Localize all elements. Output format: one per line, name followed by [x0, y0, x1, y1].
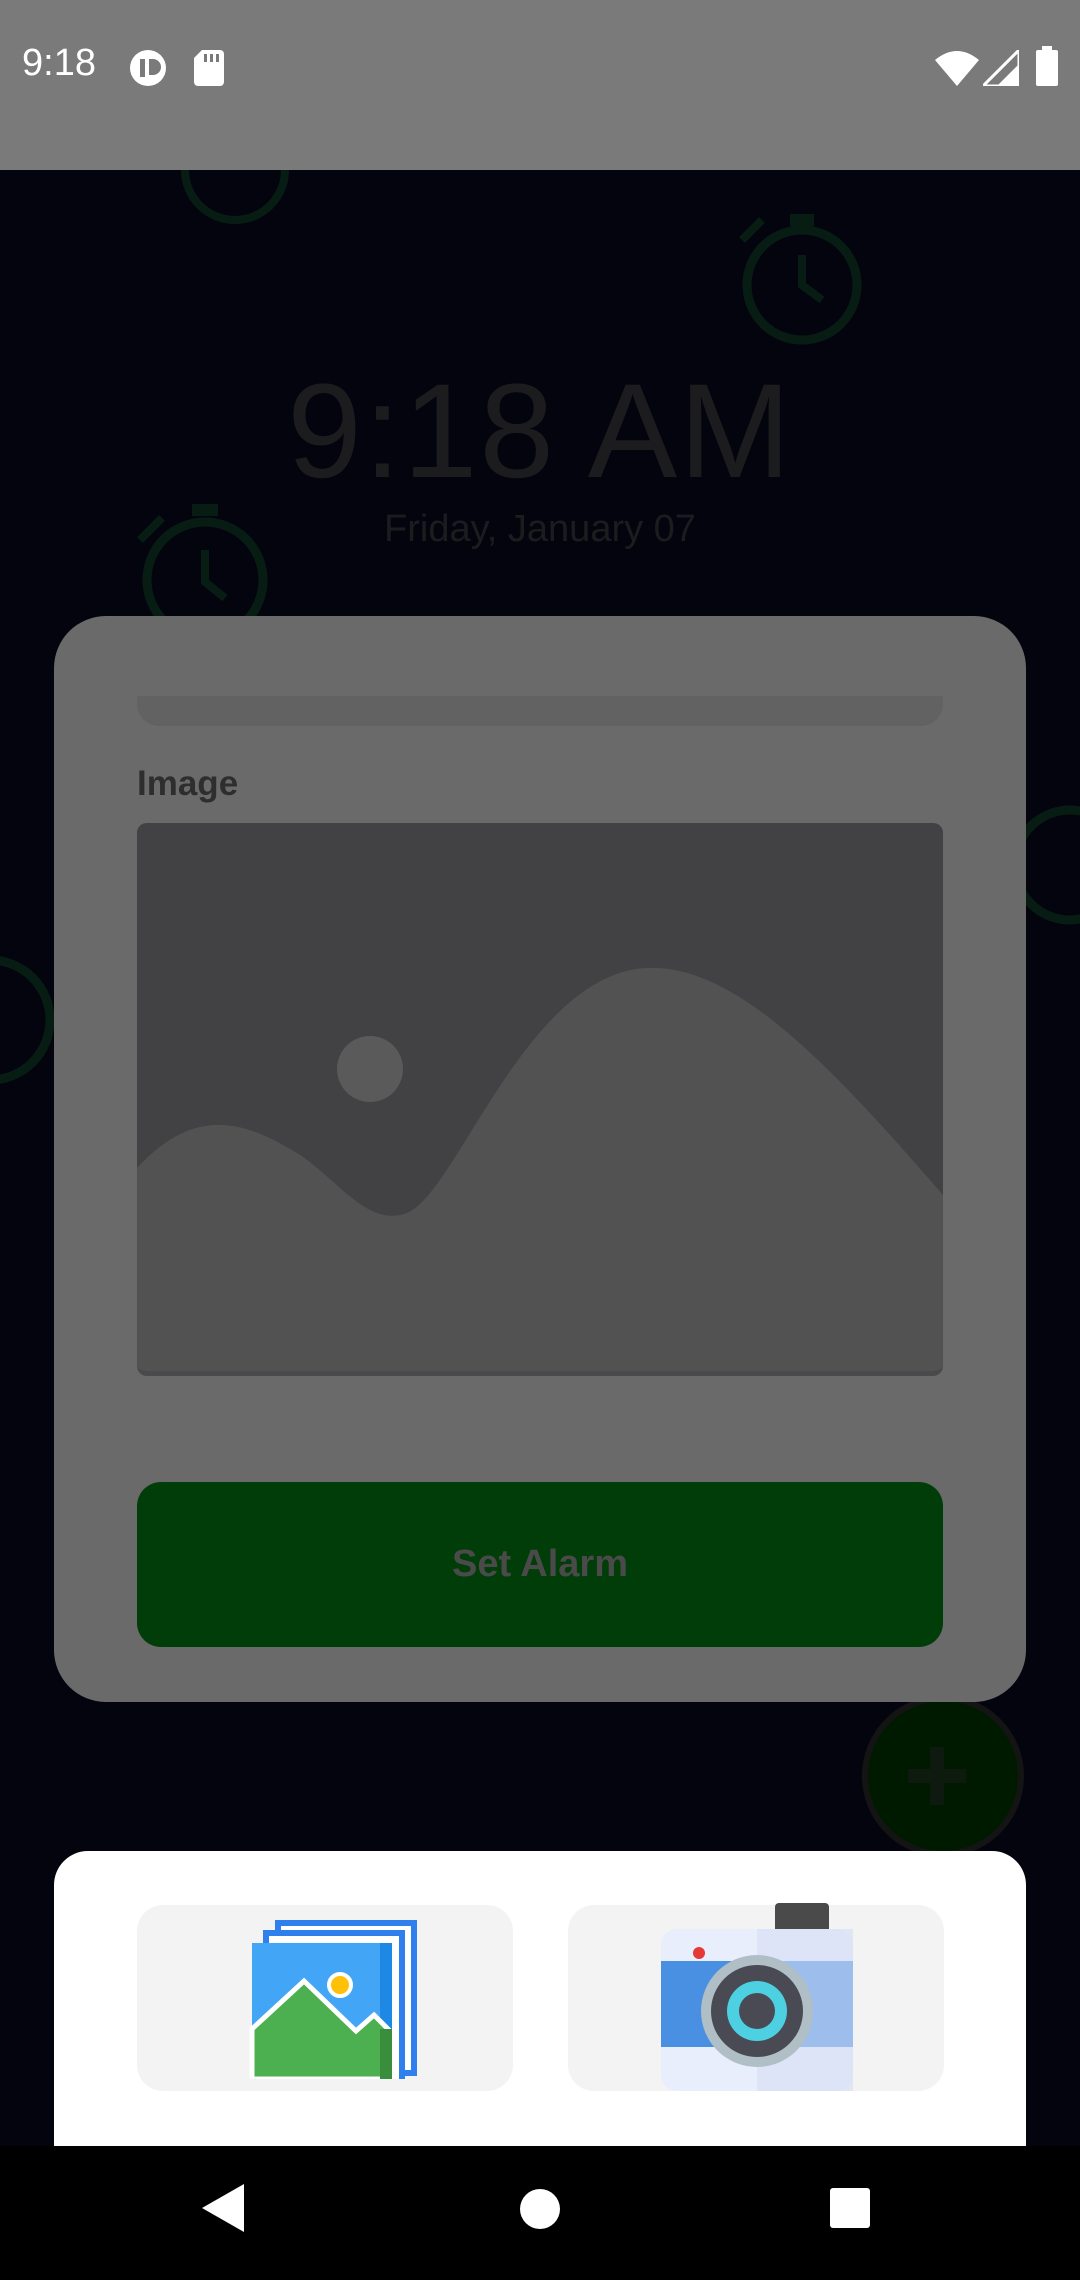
cell-signal-icon [979, 46, 1021, 91]
camera-icon [661, 1903, 853, 2091]
gallery-icon [249, 1920, 417, 2079]
set-alarm-button[interactable]: Set Alarm [137, 1482, 943, 1647]
stopwatch-icon [181, 170, 289, 224]
camera-option-button[interactable] [568, 1903, 944, 2091]
pause-circle-icon [128, 48, 168, 93]
image-source-picker [54, 1851, 1026, 2147]
wifi-icon [935, 50, 979, 91]
recents-icon[interactable] [828, 2186, 872, 2235]
battery-icon [1036, 46, 1058, 91]
navigation-bar [0, 2146, 1080, 2280]
home-icon[interactable] [517, 2186, 563, 2237]
plus-icon [908, 1747, 966, 1805]
alarm-dialog: Image Set Alarm [54, 616, 1026, 1702]
image-placeholder-icon [137, 823, 943, 1371]
sd-card-icon [194, 50, 224, 91]
back-icon[interactable] [198, 2182, 248, 2239]
stopwatch-icon [0, 956, 55, 1084]
gallery-option-button[interactable] [137, 1905, 513, 2091]
add-alarm-button[interactable] [862, 1695, 1024, 1857]
status-bar: 9:18 [0, 0, 1080, 170]
image-preview[interactable] [137, 823, 943, 1376]
current-date: Friday, January 07 [384, 508, 696, 550]
status-time: 9:18 [22, 42, 96, 84]
stopwatch-icon [739, 214, 862, 345]
current-time: 9:18 AM [287, 357, 793, 506]
dialog-input-field[interactable] [137, 696, 943, 726]
image-label: Image [137, 764, 239, 803]
